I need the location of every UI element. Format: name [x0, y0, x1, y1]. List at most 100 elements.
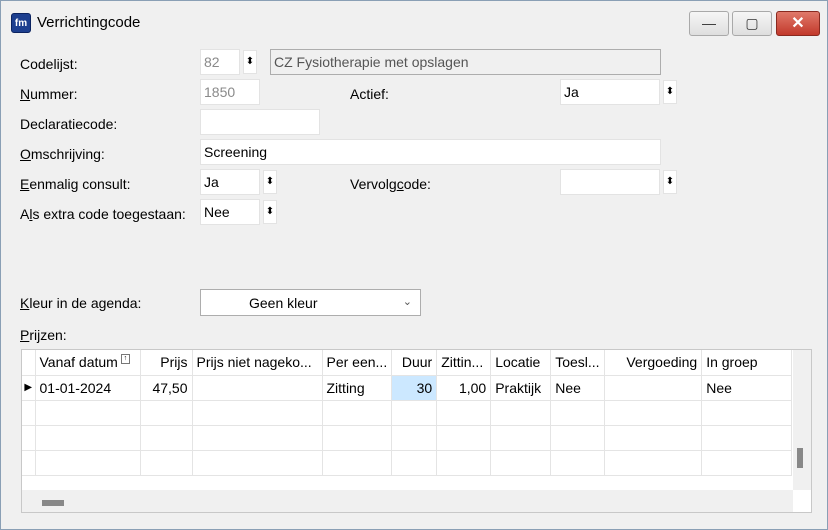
current-row-arrow-icon: ▶ — [22, 375, 36, 401]
nummer-field[interactable]: 1850 — [200, 79, 260, 105]
empty-cell — [22, 450, 36, 476]
actief-dropdown-arrow-icon[interactable]: ⬍ — [663, 80, 677, 104]
extra-code-label-start: A — [20, 206, 30, 222]
cell-vergoeding[interactable] — [604, 375, 703, 401]
declaratiecode-field[interactable] — [200, 109, 320, 135]
dialog-window: fm Verrichtingcode — ▢ ✕ Codelijst: 82 ⬍… — [0, 0, 828, 530]
horizontal-scrollbar-thumb[interactable] — [42, 500, 64, 506]
kleur-label: Kleur in de agenda: — [20, 295, 142, 311]
nummer-label: Nummer: — [20, 86, 78, 102]
empty-cell — [604, 425, 703, 451]
title-bar: fm Verrichtingcode — ▢ ✕ — [1, 1, 827, 45]
cell-per-eenheid[interactable]: Zitting — [322, 375, 393, 401]
prijzen-table: Vanaf datum ↑ Prijs Prijs niet nageko... … — [22, 350, 793, 476]
eenmalig-consult-label: Eenmalig consult: — [20, 176, 131, 192]
kleur-select[interactable]: Geen kleur ⌄ — [200, 289, 421, 316]
grid-header-row: Vanaf datum ↑ Prijs Prijs niet nageko... … — [22, 350, 793, 376]
empty-cell — [604, 450, 703, 476]
prijzen-label: Prijzen: — [20, 327, 67, 343]
cell-prijs[interactable]: 47,50 — [140, 375, 193, 401]
column-header-vanaf-datum[interactable]: Vanaf datum ↑ — [35, 350, 141, 376]
empty-cell — [490, 400, 552, 426]
prijzen-grid[interactable]: Vanaf datum ↑ Prijs Prijs niet nageko... … — [21, 349, 812, 513]
extra-code-field[interactable]: Nee — [200, 199, 260, 225]
empty-cell — [391, 400, 438, 426]
cell-vanaf-datum[interactable]: 01-01-2024 — [35, 375, 141, 401]
column-header-zittingen[interactable]: Zittin... — [436, 350, 492, 376]
empty-cell — [436, 400, 492, 426]
codelijst-number-field[interactable]: 82 — [200, 49, 240, 75]
column-header-vanaf-datum-label: Vanaf datum — [39, 354, 118, 371]
kleur-label-rest: leur in de agenda: — [29, 295, 142, 311]
eenmalig-consult-field[interactable]: Ja — [200, 169, 260, 195]
empty-cell — [550, 425, 606, 451]
eenmalig-consult-dropdown-arrow-icon[interactable]: ⬍ — [263, 170, 277, 194]
table-row[interactable]: ▶ 01-01-2024 47,50 Zitting 30 1,00 Prakt… — [22, 375, 793, 401]
vervolgcode-lookup-arrow-icon[interactable]: ⬍ — [663, 170, 677, 194]
empty-cell — [701, 425, 793, 451]
column-header-locatie[interactable]: Locatie — [490, 350, 552, 376]
column-header-prijs-niet-nagekomen[interactable]: Prijs niet nageko... — [192, 350, 323, 376]
empty-cell — [22, 425, 36, 451]
empty-cell — [391, 450, 438, 476]
declaratiecode-label: Declaratiecode: — [20, 116, 118, 132]
empty-cell — [701, 450, 793, 476]
empty-cell — [140, 400, 193, 426]
empty-cell — [604, 400, 703, 426]
close-button[interactable]: ✕ — [776, 11, 820, 36]
horizontal-scrollbar[interactable] — [22, 490, 793, 512]
actief-label: Actief: — [350, 86, 389, 102]
vertical-scrollbar[interactable] — [793, 350, 811, 490]
empty-cell — [436, 450, 492, 476]
cell-duur[interactable]: 30 — [391, 375, 438, 401]
vervolgcode-field[interactable] — [560, 169, 660, 195]
empty-cell — [35, 450, 141, 476]
eenmalig-consult-label-rest: enmalig consult: — [29, 176, 131, 192]
empty-cell — [140, 425, 193, 451]
column-header-per-eenheid[interactable]: Per een... — [322, 350, 393, 376]
minimize-button[interactable]: — — [689, 11, 729, 36]
empty-cell — [322, 425, 393, 451]
omschrijving-field[interactable]: Screening — [200, 139, 661, 165]
empty-cell — [490, 425, 552, 451]
nummer-label-rest: ummer: — [30, 86, 78, 102]
empty-cell — [192, 425, 323, 451]
column-header-toeslag[interactable]: Toesl... — [550, 350, 606, 376]
omschrijving-label-rest: mschrijving: — [30, 146, 105, 162]
column-header-in-groep[interactable]: In groep — [701, 350, 793, 376]
column-header-duur[interactable]: Duur — [391, 350, 438, 376]
empty-cell — [701, 400, 793, 426]
maximize-button[interactable]: ▢ — [732, 11, 772, 36]
row-indicator-header — [22, 350, 36, 376]
extra-code-label: Als extra code toegestaan: — [20, 206, 186, 222]
vertical-scrollbar-thumb[interactable] — [797, 448, 803, 468]
filter-icon[interactable]: ↑ — [120, 354, 130, 365]
cell-zittingen[interactable]: 1,00 — [436, 375, 492, 401]
empty-cell — [490, 450, 552, 476]
empty-cell — [35, 400, 141, 426]
cell-locatie[interactable]: Praktijk — [490, 375, 552, 401]
column-header-prijs[interactable]: Prijs — [140, 350, 193, 376]
window-title: Verrichtingcode — [37, 14, 141, 31]
app-icon: fm — [11, 13, 31, 33]
cell-toeslag[interactable]: Nee — [550, 375, 606, 401]
table-row-empty[interactable] — [22, 400, 793, 426]
table-row-empty[interactable] — [22, 450, 793, 476]
codelijst-name-field: CZ Fysiotherapie met opslagen — [270, 49, 661, 75]
column-header-vergoeding[interactable]: Vergoeding — [604, 350, 703, 376]
vervolgcode-label-start: Vervolg — [350, 176, 397, 192]
vervolgcode-label: Vervolgcode: — [350, 176, 431, 192]
cell-prijs-niet-nagekomen[interactable] — [192, 375, 323, 401]
actief-field[interactable]: Ja — [560, 79, 660, 105]
prijzen-label-rest: rijzen: — [29, 327, 67, 343]
empty-cell — [140, 450, 193, 476]
empty-cell — [550, 400, 606, 426]
table-row-empty[interactable] — [22, 425, 793, 451]
empty-cell — [550, 450, 606, 476]
extra-code-dropdown-arrow-icon[interactable]: ⬍ — [263, 200, 277, 224]
empty-cell — [192, 450, 323, 476]
omschrijving-label: Omschrijving: — [20, 146, 105, 162]
chevron-down-icon: ⌄ — [402, 296, 412, 308]
codelijst-lookup-arrow-icon[interactable]: ⬍ — [243, 50, 257, 74]
cell-in-groep[interactable]: Nee — [701, 375, 793, 401]
